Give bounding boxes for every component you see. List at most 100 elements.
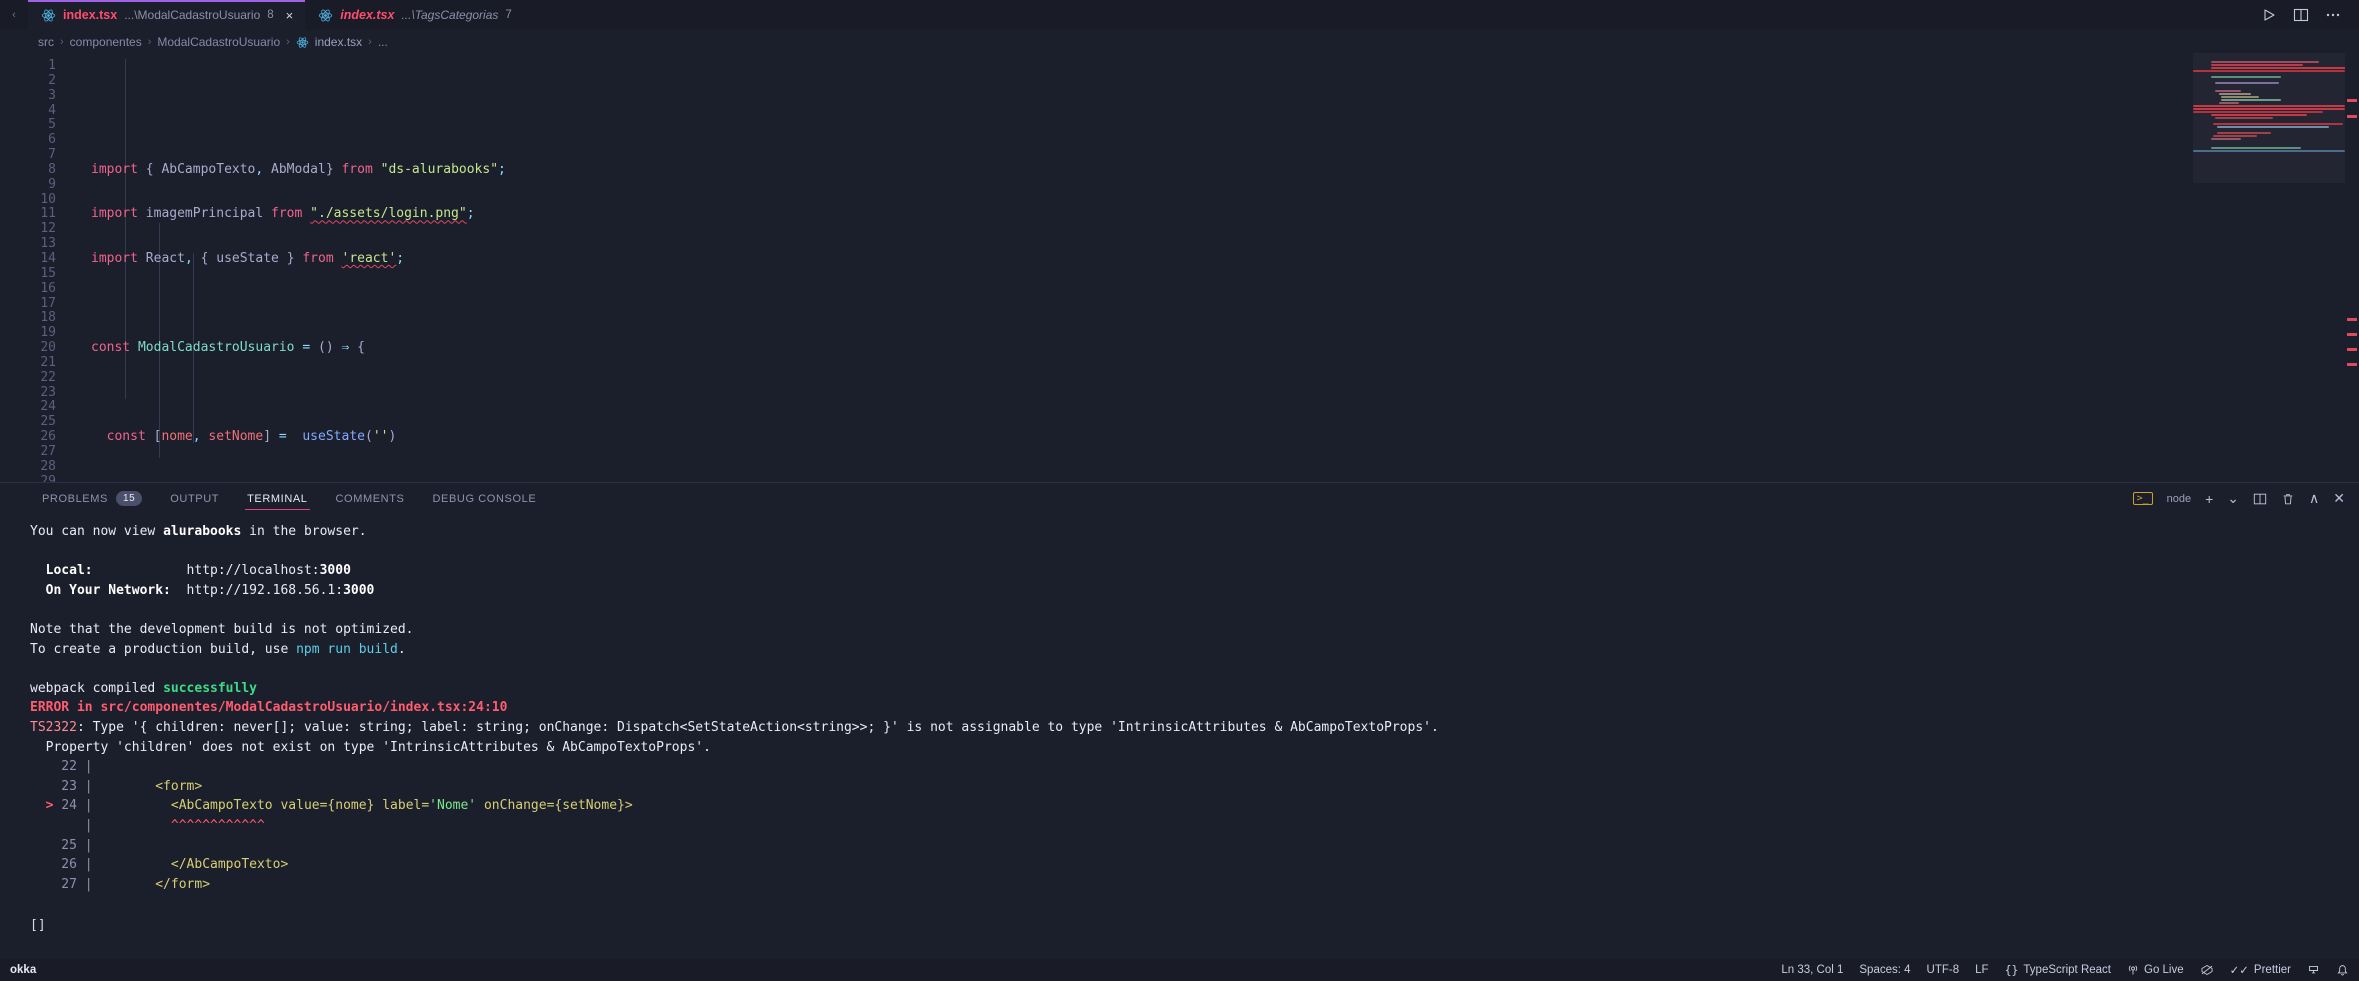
close-icon[interactable]: × — [286, 9, 294, 22]
language-mode-label: TypeScript React — [2023, 964, 2111, 976]
breadcrumb-item-componentes[interactable]: componentes — [70, 35, 142, 49]
line-number: 18 — [40, 310, 56, 326]
panel-tab-comments[interactable]: COMMENTS — [322, 483, 419, 514]
tab-problem-count: 8 — [267, 9, 274, 21]
split-terminal-icon[interactable] — [2253, 492, 2267, 506]
line-number: 21 — [40, 354, 56, 370]
panel-tab-label: COMMENTS — [335, 492, 405, 505]
react-icon — [319, 9, 333, 21]
terminal-output[interactable]: You can now view alurabooks in the brows… — [0, 514, 2359, 959]
line-number: 6 — [48, 132, 56, 148]
panel-tab-bar: PROBLEMS 15 OUTPUT TERMINAL COMMENTS DEB… — [0, 483, 2359, 514]
line-number: 17 — [40, 295, 56, 311]
line-number: 12 — [40, 221, 56, 237]
checkmarks-icon: ✓✓ — [2229, 965, 2249, 977]
indentation[interactable]: Spaces: 4 — [1859, 964, 1910, 976]
line-number: 9 — [48, 176, 56, 192]
breadcrumb-item-symbol[interactable]: ... — [378, 35, 388, 49]
editor-actions — [2251, 0, 2359, 30]
problems-badge: 15 — [115, 491, 143, 506]
code-line: const [nome, setNome] = useState('') — [106, 429, 397, 445]
editor-scrollbar[interactable] — [2345, 53, 2359, 482]
language-mode[interactable]: {} TypeScript React — [2005, 963, 2111, 977]
panel-tab-label: TERMINAL — [247, 492, 308, 505]
tab-scroll-left[interactable]: ‹ — [0, 0, 28, 30]
line-number: 5 — [48, 117, 56, 133]
line-number: 27 — [40, 443, 56, 459]
split-editor-icon[interactable] — [2293, 7, 2309, 23]
line-number: 1 — [48, 58, 56, 73]
bottom-panel: PROBLEMS 15 OUTPUT TERMINAL COMMENTS DEB… — [0, 482, 2359, 959]
terminal-selector-label: node — [2166, 492, 2192, 505]
close-panel-icon[interactable]: ✕ — [2333, 490, 2345, 507]
line-number: 24 — [40, 399, 56, 415]
notifications[interactable] — [2336, 964, 2349, 977]
chevron-right-icon: › — [368, 36, 372, 48]
broadcast-icon — [2128, 965, 2138, 975]
code-content[interactable]: import { AbCampoTexto, AbModal} from "ds… — [72, 53, 2359, 482]
code-line: import React, { useState } from 'react'; — [91, 250, 405, 266]
breadcrumb-item-src[interactable]: src — [38, 35, 54, 49]
code-line: const ModalCadastroUsuario = () ⇒ { — [91, 340, 365, 356]
line-number: 20 — [40, 340, 56, 356]
chevron-right-icon: › — [147, 36, 152, 48]
breadcrumb-item-modalcadastrousuario[interactable]: ModalCadastroUsuario — [157, 35, 280, 49]
run-icon[interactable] — [2261, 7, 2277, 23]
status-bar: okka Ln 33, Col 1 Spaces: 4 UTF-8 LF {} … — [0, 959, 2359, 981]
remote-window[interactable] — [2307, 964, 2320, 977]
more-actions-icon[interactable] — [2325, 7, 2341, 23]
breadcrumb: src › componentes › ModalCadastroUsuario… — [0, 31, 2359, 53]
chevron-right-icon: › — [60, 36, 64, 48]
line-number: 2 — [48, 72, 56, 88]
terminal-selector[interactable]: >_ — [2132, 492, 2153, 505]
prettier-status[interactable]: ✓✓ Prettier — [2230, 963, 2291, 977]
panel-tab-debug-console[interactable]: DEBUG CONSOLE — [418, 483, 550, 514]
line-number: 23 — [40, 384, 56, 400]
line-number: 7 — [48, 147, 56, 163]
chevron-down-icon[interactable]: ⌄ — [2227, 490, 2239, 507]
encoding[interactable]: UTF-8 — [1927, 964, 1960, 976]
line-number: 26 — [40, 429, 56, 445]
go-live-label: Go Live — [2144, 964, 2184, 976]
braces-icon: {} — [2004, 963, 2019, 977]
panel-tab-label: DEBUG CONSOLE — [432, 492, 537, 505]
panel-tab-label: PROBLEMS — [42, 492, 108, 505]
panel-tab-label: OUTPUT — [170, 492, 220, 505]
editor-position[interactable]: Ln 33, Col 1 — [1781, 964, 1843, 976]
line-number: 28 — [40, 458, 56, 474]
breadcrumb-item-indextsx[interactable]: index.tsx — [315, 35, 362, 49]
remote-label[interactable]: okka — [10, 964, 36, 976]
line-number: 13 — [40, 236, 56, 252]
panel-tab-terminal[interactable]: TERMINAL — [233, 483, 321, 514]
eol[interactable]: LF — [1975, 964, 1988, 976]
chevron-left-icon: ‹ — [12, 9, 16, 21]
maximize-panel-icon[interactable]: ∧ — [2309, 490, 2319, 507]
line-number: 8 — [48, 161, 56, 177]
code-line: import imagemPrincipal from "./assets/lo… — [91, 206, 475, 222]
tab-problem-count: 7 — [505, 9, 512, 21]
eslint-icon — [2201, 964, 2213, 976]
editor-area[interactable]: 1 2 3 4 5 6 7 8 9 10 11 12 13 14 15 16 1… — [0, 53, 2359, 482]
bell-icon — [2337, 964, 2348, 975]
kill-terminal-icon[interactable] — [2281, 492, 2295, 506]
terminal-prompt[interactable]: [] — [30, 918, 46, 933]
editor-tab-modal-cadastro-usuario[interactable]: index.tsx ...\ModalCadastroUsuario 8 × — [28, 0, 306, 30]
vscode-window: ‹ index.tsx ...\ModalCadastroUsuario 8 × — [0, 0, 2359, 981]
eslint-status[interactable] — [2200, 964, 2214, 976]
go-live[interactable]: Go Live — [2127, 964, 2184, 976]
tab-bar-empty-space — [523, 0, 2251, 30]
code-line: import { AbCampoTexto, AbModal} from "ds… — [91, 161, 506, 177]
chevron-right-icon: › — [286, 36, 290, 48]
panel-tab-problems[interactable]: PROBLEMS 15 — [28, 483, 156, 514]
line-number: 3 — [48, 87, 56, 103]
line-number: 10 — [40, 191, 56, 207]
editor-tab-tags-categorias[interactable]: index.tsx ...\TagsCategorias 7 — [305, 0, 524, 30]
line-number: 4 — [48, 102, 56, 118]
line-number: 22 — [40, 369, 56, 385]
line-number: 29 — [40, 473, 56, 482]
panel-tab-output[interactable]: OUTPUT — [156, 483, 233, 514]
new-terminal-icon[interactable]: + — [2205, 491, 2213, 507]
line-number-gutter: 1 2 3 4 5 6 7 8 9 10 11 12 13 14 15 16 1… — [0, 53, 72, 482]
